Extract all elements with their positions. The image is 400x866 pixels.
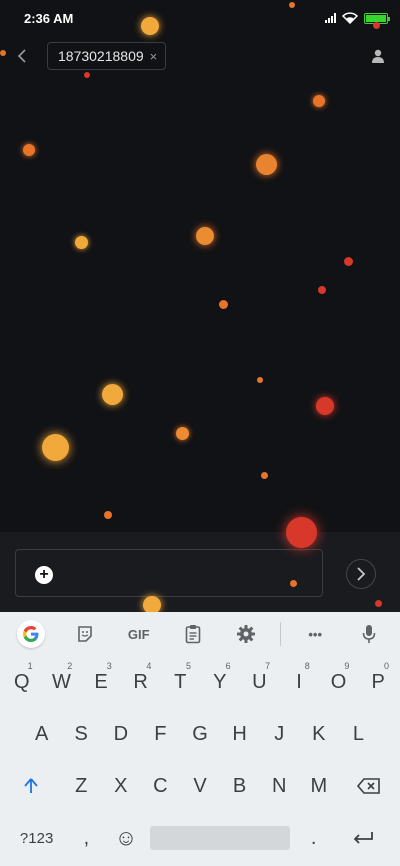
key-row-4: ?123 , ☺ . [0,812,400,864]
sticker-button[interactable] [65,616,105,652]
recipient-number: 18730218809 [58,48,144,64]
key-v[interactable]: V [180,763,220,809]
chevron-left-icon [17,49,26,63]
back-button[interactable] [0,36,44,76]
key-z[interactable]: Z [61,763,101,809]
key-row-2: A S D F G H J K L [0,708,400,760]
period-key[interactable]: . [294,815,334,861]
key-d[interactable]: D [101,711,141,757]
recipient-chip[interactable]: 18730218809 × [47,42,167,70]
voice-button[interactable] [349,616,389,652]
key-t[interactable]: T5 [160,659,200,705]
status-bar: 2:36 AM [0,0,400,36]
keyboard: GIF ••• Q 1 W 2 E 3 R 4 T 5 Y 6 U 7 I 8 … [0,612,400,866]
plus-icon: + [39,566,49,583]
sticker-icon [78,626,92,642]
key-i[interactable]: I8 [279,659,319,705]
remove-recipient-button[interactable]: × [150,49,158,64]
settings-button[interactable] [226,616,266,652]
key-n[interactable]: N [259,763,299,809]
key-b[interactable]: B [220,763,260,809]
comma-key[interactable]: , [67,815,107,861]
key-q[interactable]: Q1 [2,659,42,705]
more-button[interactable]: ••• [295,616,335,652]
key-w[interactable]: W2 [42,659,82,705]
key-p[interactable]: P0 [358,659,398,705]
key-l[interactable]: L [339,711,379,757]
emoji-icon: ☺ [114,825,138,850]
key-x[interactable]: X [101,763,141,809]
gif-label: GIF [127,626,150,642]
person-icon [372,49,384,63]
keyboard-toolbar: GIF ••• [0,612,400,656]
key-u[interactable]: U7 [240,659,280,705]
gif-button[interactable]: GIF [119,616,159,652]
symbols-key[interactable]: ?123 [7,815,67,861]
clipboard-button[interactable] [173,616,213,652]
attach-button[interactable]: + [35,566,53,584]
signal-icon [325,13,336,23]
battery-icon [364,12,390,24]
key-m[interactable]: M [299,763,339,809]
composer: + [0,532,400,612]
gear-icon [237,625,256,643]
backspace-icon [356,778,380,794]
google-button[interactable] [11,616,51,652]
enter-icon [354,832,374,844]
key-row-1: Q1 W2 E3 R4 T5 Y6 U7 I8 O9 P0 [0,656,400,708]
key-e[interactable]: E3 [81,659,121,705]
key-g[interactable]: G [180,711,220,757]
microphone-icon [362,625,376,643]
space-bar[interactable] [149,826,290,850]
status-icons [325,12,390,24]
key-o[interactable]: O9 [319,659,359,705]
key-c[interactable]: C [141,763,181,809]
toolbar-divider [280,622,282,646]
message-input[interactable]: + [15,549,323,597]
shift-arrow-icon [24,778,39,793]
message-area [0,76,400,532]
key-j[interactable]: J [259,711,299,757]
shift-key[interactable] [1,763,61,809]
more-icon: ••• [308,626,323,642]
conversation-header: 18730218809 × [0,36,400,76]
key-f[interactable]: F [141,711,181,757]
send-button[interactable] [346,559,376,589]
clipboard-icon [185,625,200,644]
status-time: 2:36 AM [24,10,74,26]
chevron-right-icon [357,567,366,581]
key-r[interactable]: R4 [121,659,161,705]
emoji-key[interactable]: ☺ [106,815,146,861]
wifi-icon [342,12,358,24]
key-row-3: Z X C V B N M [0,760,400,812]
key-s[interactable]: S [61,711,101,757]
enter-key[interactable] [333,815,393,861]
key-h[interactable]: H [220,711,260,757]
key-k[interactable]: K [299,711,339,757]
key-y[interactable]: Y6 [200,659,240,705]
contact-button[interactable] [356,36,400,76]
key-a[interactable]: A [22,711,62,757]
backspace-key[interactable] [339,763,399,809]
google-g-icon [16,620,45,648]
